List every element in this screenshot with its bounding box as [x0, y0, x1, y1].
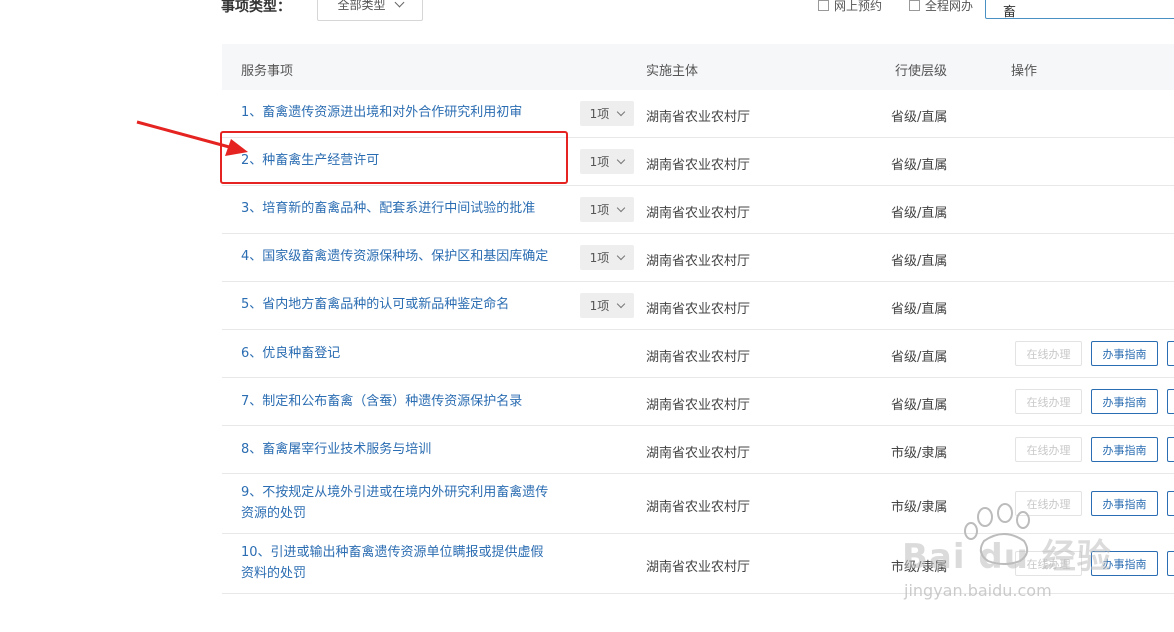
more-button[interactable] [1167, 437, 1174, 462]
table-row: 9、不按规定从境外引进或在境内外研究利用畜禽遗传 资源的处罚 湖南省农业农村厅 … [222, 474, 1174, 534]
search-input[interactable]: 畜 [985, 0, 1174, 20]
table-row: 6、优良种畜登记 湖南省农业农村厅 省级/直属 在线办理 办事指南 [222, 330, 1174, 378]
item-count-select[interactable]: 1项 [580, 149, 634, 174]
level-cell: 市级/隶属 [891, 560, 948, 575]
chevron-down-icon [617, 107, 626, 116]
table-row: 4、国家级畜禽遗传资源保种场、保护区和基因库确定 1项 湖南省农业农村厅 省级/… [222, 234, 1174, 282]
chevron-down-icon [617, 155, 626, 164]
service-table: 服务事项 实施主体 行使层级 操作 1、畜禽遗传资源进出境和对外合作研究利用初审… [222, 44, 1174, 594]
table-row: 5、省内地方畜禽品种的认可或新品种鉴定命名 1项 湖南省农业农村厅 省级/直属 [222, 282, 1174, 330]
header-subject: 实施主体 [646, 64, 699, 79]
service-link[interactable]: 9、不按规定从境外引进或在境内外研究利用畜禽遗传 资源的处罚 [241, 482, 548, 524]
level-cell: 市级/隶属 [891, 446, 948, 461]
subject-cell: 湖南省农业农村厅 [646, 350, 751, 365]
filter-type-label: 事项类型： [221, 0, 291, 15]
subject-cell: 湖南省农业农村厅 [646, 302, 751, 317]
subject-cell: 湖南省农业农村厅 [646, 446, 751, 461]
table-row: 3、培育新的畜禽品种、配套系进行中间试验的批准 1项 湖南省农业农村厅 省级/直… [222, 186, 1174, 234]
item-count-value: 1项 [589, 107, 610, 121]
level-cell: 省级/直属 [891, 206, 948, 221]
chevron-down-icon [617, 299, 626, 308]
service-link[interactable]: 5、省内地方畜禽品种的认可或新品种鉴定命名 [241, 294, 509, 315]
level-cell: 省级/直属 [891, 302, 948, 317]
level-cell: 市级/隶属 [891, 500, 948, 515]
chevron-down-icon [617, 203, 626, 212]
level-cell: 省级/直属 [891, 158, 948, 173]
guide-button[interactable]: 办事指南 [1091, 551, 1158, 576]
table-row: 10、引进或输出种畜禽遗传资源单位瞒报或提供虚假 资料的处罚 湖南省农业农村厅 … [222, 534, 1174, 594]
type-select-value: 全部类型 [337, 0, 386, 12]
subject-cell: 湖南省农业农村厅 [646, 500, 751, 515]
service-link[interactable]: 1、畜禽遗传资源进出境和对外合作研究利用初审 [241, 102, 522, 123]
service-link[interactable]: 3、培育新的畜禽品种、配套系进行中间试验的批准 [241, 198, 535, 219]
subject-cell: 湖南省农业农村厅 [646, 110, 751, 125]
subject-cell: 湖南省农业农村厅 [646, 398, 751, 413]
type-select[interactable]: 全部类型 [317, 0, 423, 21]
checkbox-icon[interactable] [818, 0, 829, 11]
subject-cell: 湖南省农业农村厅 [646, 254, 751, 269]
level-cell: 省级/直属 [891, 398, 948, 413]
item-count-select[interactable]: 1项 [580, 197, 634, 222]
item-count-select[interactable]: 1项 [580, 293, 634, 318]
service-link[interactable]: 8、畜禽屠宰行业技术服务与培训 [241, 439, 431, 460]
online-handle-button[interactable]: 在线办理 [1015, 437, 1082, 462]
online-handle-button[interactable]: 在线办理 [1015, 551, 1082, 576]
online-handle-button[interactable]: 在线办理 [1015, 389, 1082, 414]
item-count-select[interactable]: 1项 [580, 245, 634, 270]
subject-cell: 湖南省农业农村厅 [646, 206, 751, 221]
service-link[interactable]: 10、引进或输出种畜禽遗传资源单位瞒报或提供虚假 资料的处罚 [241, 542, 544, 584]
guide-button[interactable]: 办事指南 [1091, 437, 1158, 462]
service-link[interactable]: 7、制定和公布畜禽（含蚕）种遗传资源保护名录 [241, 391, 522, 412]
service-link-line: 10、引进或输出种畜禽遗传资源单位瞒报或提供虚假 [241, 545, 544, 560]
table-header: 服务事项 实施主体 行使层级 操作 [222, 44, 1174, 90]
service-link[interactable]: 6、优良种畜登记 [241, 343, 340, 364]
service-link[interactable]: 4、国家级畜禽遗传资源保种场、保护区和基因库确定 [241, 246, 548, 267]
online-reserve-checkbox[interactable]: 网上预约 [818, 0, 882, 14]
header-service: 服务事项 [241, 64, 294, 79]
chevron-down-icon [394, 0, 404, 8]
level-cell: 省级/直属 [891, 350, 948, 365]
online-reserve-label: 网上预约 [834, 0, 883, 13]
guide-button[interactable]: 办事指南 [1091, 491, 1158, 516]
header-action: 操作 [1011, 64, 1038, 79]
chevron-down-icon [617, 251, 626, 260]
item-count-value: 1项 [589, 299, 610, 313]
guide-button[interactable]: 办事指南 [1091, 389, 1158, 414]
subject-cell: 湖南省农业农村厅 [646, 158, 751, 173]
header-level: 行使层级 [895, 64, 948, 79]
online-handle-button[interactable]: 在线办理 [1015, 491, 1082, 516]
item-count-value: 1项 [589, 203, 610, 217]
online-handle-button[interactable]: 在线办理 [1015, 341, 1082, 366]
service-link-line: 9、不按规定从境外引进或在境内外研究利用畜禽遗传 [241, 485, 549, 500]
full-online-label: 全程网办 [925, 0, 974, 13]
guide-button[interactable]: 办事指南 [1091, 341, 1158, 366]
item-count-value: 1项 [589, 251, 610, 265]
item-count-select[interactable]: 1项 [580, 101, 634, 126]
table-row: 8、畜禽屠宰行业技术服务与培训 湖南省农业农村厅 市级/隶属 在线办理 办事指南 [222, 426, 1174, 474]
service-link-line: 资料的处罚 [241, 566, 307, 581]
level-cell: 省级/直属 [891, 254, 948, 269]
item-count-value: 1项 [589, 155, 610, 169]
service-link-line: 资源的处罚 [241, 506, 307, 521]
table-row: 7、制定和公布畜禽（含蚕）种遗传资源保护名录 湖南省农业农村厅 省级/直属 在线… [222, 378, 1174, 426]
checkbox-icon[interactable] [909, 0, 920, 11]
more-button[interactable] [1167, 551, 1174, 576]
more-button[interactable] [1167, 389, 1174, 414]
annotation-highlight-box [220, 131, 568, 184]
more-button[interactable] [1167, 341, 1174, 366]
full-online-checkbox[interactable]: 全程网办 [909, 0, 973, 14]
search-input-value: 畜 [1003, 5, 1017, 20]
level-cell: 省级/直属 [891, 110, 948, 125]
more-button[interactable] [1167, 491, 1174, 516]
subject-cell: 湖南省农业农村厅 [646, 560, 751, 575]
